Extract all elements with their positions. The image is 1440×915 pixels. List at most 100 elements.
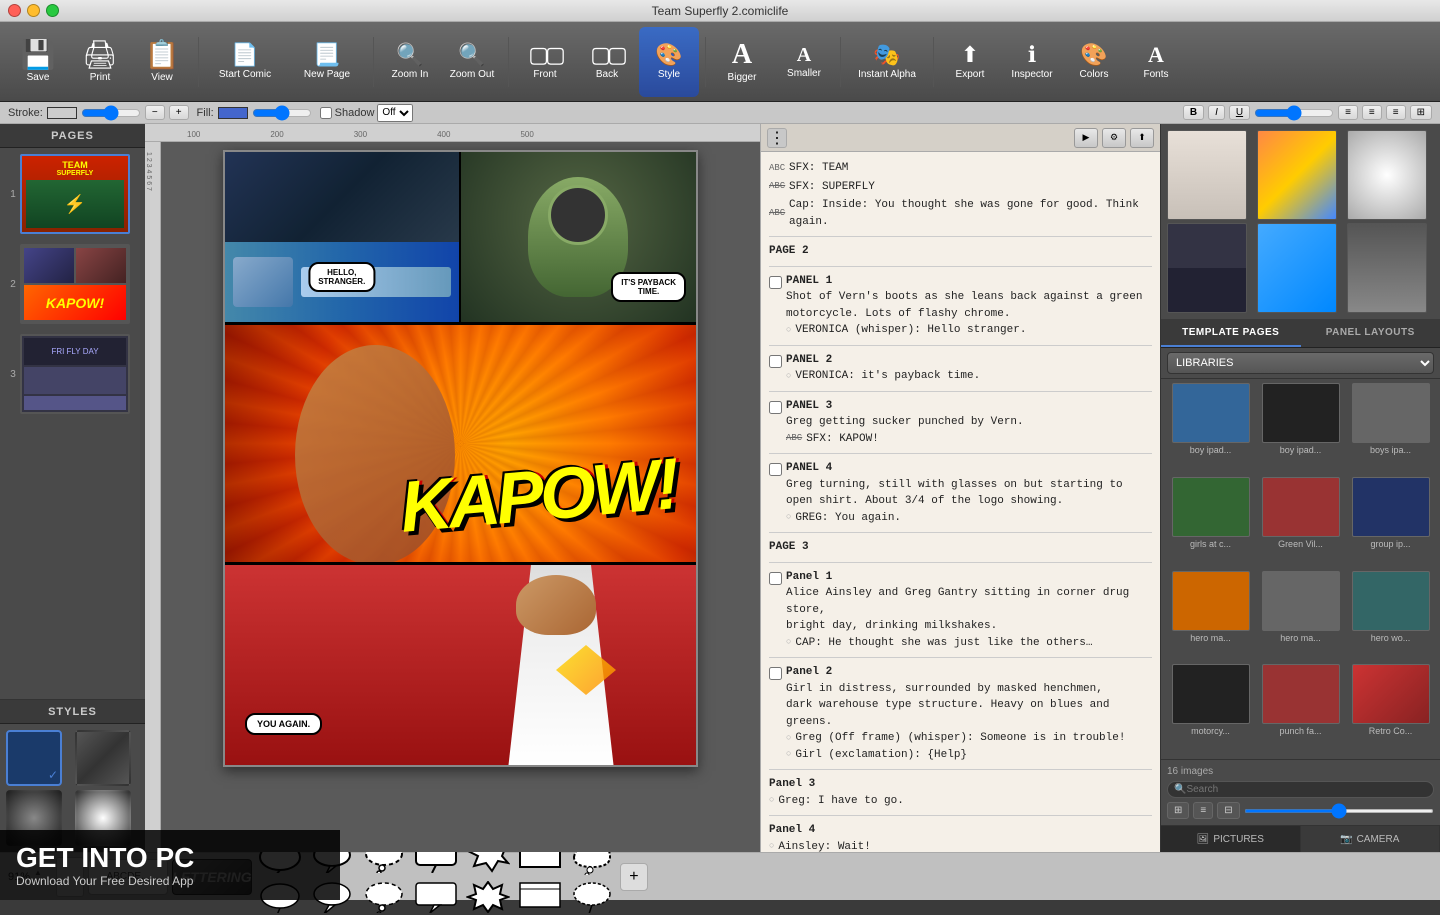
bold-btn[interactable]: B (1183, 105, 1204, 120)
align-right-btn[interactable]: ≡ (1386, 105, 1406, 120)
new-page-button[interactable]: 📃 New Page (287, 27, 367, 97)
pages-list[interactable]: 1 TEAM SUPERFLY ⚡ 2 (0, 148, 145, 699)
bubble-caption-2[interactable] (516, 879, 564, 915)
page-thumb-3[interactable]: FRI FLY DAY (20, 334, 130, 414)
stroke-plus[interactable]: + (169, 105, 189, 120)
stroke-slider[interactable] (81, 107, 141, 119)
smaller-icon: A (797, 45, 811, 65)
italic-btn[interactable]: I (1208, 105, 1225, 120)
library-item-4[interactable]: girls at c... (1167, 477, 1254, 568)
library-item-1[interactable]: boy ipad... (1167, 383, 1254, 474)
template-thumb-6[interactable] (1347, 223, 1427, 313)
bubble-rect-2[interactable] (412, 879, 460, 915)
page-item-3[interactable]: 3 FRI FLY DAY (4, 332, 141, 416)
front-button[interactable]: ▢▢ Front (515, 27, 575, 97)
stroke-swatch[interactable] (47, 107, 77, 119)
view-button[interactable]: 📋 View (132, 27, 192, 97)
search-input[interactable] (1186, 784, 1427, 795)
style-button[interactable]: 🎨 Style (639, 27, 699, 97)
panel-top-right: IT'S PAYBACKTIME. (461, 152, 697, 322)
bigger-button[interactable]: A Bigger (712, 27, 772, 97)
zoom-in-button[interactable]: 🔍 Zoom In (380, 27, 440, 97)
front-icon: ▢▢ (528, 44, 562, 66)
template-thumb-2[interactable] (1257, 130, 1337, 220)
shadow-checkbox[interactable] (320, 107, 332, 119)
template-thumb-3[interactable] (1347, 130, 1427, 220)
window-controls[interactable] (8, 4, 59, 17)
library-item-11[interactable]: punch fa... (1257, 664, 1344, 755)
shadow-select[interactable]: Off (377, 104, 413, 122)
separator-6 (933, 37, 934, 87)
size-slider[interactable] (1244, 809, 1434, 813)
list-view-btn[interactable]: ≡ (1193, 802, 1213, 819)
page-thumb-1[interactable]: TEAM SUPERFLY ⚡ (20, 154, 130, 234)
underline-btn[interactable]: U (1229, 105, 1250, 120)
template-thumb-4[interactable] (1167, 223, 1247, 313)
library-item-12[interactable]: Retro Co... (1347, 664, 1434, 755)
grid-btn[interactable]: ⊞ (1410, 105, 1432, 120)
bubble-wavy-2[interactable] (568, 879, 616, 915)
grid-view-btn[interactable]: ⊞ (1167, 802, 1189, 819)
library-item-8[interactable]: hero ma... (1257, 571, 1344, 662)
template-thumb-1[interactable] (1167, 130, 1247, 220)
script-expand-btn[interactable]: ⬆ (1130, 128, 1154, 148)
library-item-5[interactable]: Green Vil... (1257, 477, 1344, 568)
panel-3-checkbox[interactable] (769, 401, 782, 414)
zoom-out-button[interactable]: 🔍 Zoom Out (442, 27, 502, 97)
inspector-button[interactable]: ℹ Inspector (1002, 27, 1062, 97)
script-settings-btn[interactable]: ⚙ (1102, 128, 1126, 148)
maximize-button[interactable] (46, 4, 59, 17)
panel-1-checkbox[interactable] (769, 276, 782, 289)
instant-alpha-button[interactable]: 🎭 Instant Alpha (847, 27, 927, 97)
minimize-button[interactable] (27, 4, 40, 17)
close-button[interactable] (8, 4, 21, 17)
save-button[interactable]: 💾 Save (8, 27, 68, 97)
bubble-spiky-2[interactable] (464, 879, 512, 915)
stroke-minus[interactable]: − (145, 105, 165, 120)
panel-bottom: YOU AGAIN. (225, 565, 696, 765)
style-swatch-1[interactable]: ✓ (6, 730, 62, 786)
tab-template-pages[interactable]: TEMPLATE PAGES (1161, 319, 1301, 347)
export-icon: ⬆ (961, 44, 979, 66)
print-button[interactable]: 🖨 Print (70, 27, 130, 97)
script-content[interactable]: ABC SFX: TEAM ABC SFX: SUPERFLY ABC Cap:… (761, 152, 1160, 852)
style-swatch-2[interactable] (75, 730, 131, 786)
page-item-1[interactable]: 1 TEAM SUPERFLY ⚡ (4, 152, 141, 236)
template-thumb-5[interactable] (1257, 223, 1337, 313)
text-slider[interactable] (1254, 107, 1334, 119)
back-button[interactable]: ▢▢ Back (577, 27, 637, 97)
panel-4-checkbox[interactable] (769, 463, 782, 476)
page-item-2[interactable]: 2 KAPOW! (4, 242, 141, 326)
library-grid[interactable]: boy ipad... boy ipad... boys ipa... girl… (1161, 379, 1440, 759)
library-item-9[interactable]: hero wo... (1347, 571, 1434, 662)
detail-view-btn[interactable]: ⊟ (1217, 802, 1239, 819)
fill-opacity-slider[interactable] (252, 107, 312, 119)
start-comic-button[interactable]: 📄 Start Comic (205, 27, 285, 97)
library-item-7[interactable]: hero ma... (1167, 571, 1254, 662)
colors-button[interactable]: 🎨 Colors (1064, 27, 1124, 97)
p3-panel-2-checkbox[interactable] (769, 667, 782, 680)
page-thumb-2[interactable]: KAPOW! (20, 244, 130, 324)
align-center-btn[interactable]: ≡ (1362, 105, 1382, 120)
library-item-2[interactable]: boy ipad... (1257, 383, 1344, 474)
panel-2-checkbox[interactable] (769, 355, 782, 368)
library-item-6[interactable]: group ip... (1347, 477, 1434, 568)
script-arrow-btn[interactable]: ▶ (1074, 128, 1098, 148)
canvas-area[interactable]: 100 200 300 400 500 1 2 3 4 5 6 7 (145, 124, 760, 852)
libraries-select[interactable]: LIBRARIES (1167, 352, 1434, 374)
fonts-button[interactable]: A Fonts (1126, 27, 1186, 97)
tab-panel-layouts[interactable]: PANEL LAYOUTS (1301, 319, 1440, 347)
library-item-3[interactable]: boys ipa... (1347, 383, 1434, 474)
fill-swatch[interactable] (218, 107, 248, 119)
script-divider-6 (769, 532, 1152, 533)
export-button[interactable]: ⬆ Export (940, 27, 1000, 97)
window-title: Team Superfly 2.comiclife (652, 4, 789, 18)
align-left-btn[interactable]: ≡ (1338, 105, 1358, 120)
script-drag-handle[interactable]: ⋮ (767, 128, 787, 148)
p3-panel-1-checkbox[interactable] (769, 572, 782, 585)
add-bubble-btn[interactable]: + (620, 863, 648, 891)
canvas-content[interactable]: HELLO,STRANGER. IT'S PAYBACKTIME. (161, 142, 760, 852)
smaller-button[interactable]: A Smaller (774, 27, 834, 97)
library-item-10[interactable]: motorcy... (1167, 664, 1254, 755)
bubble-thought-2[interactable] (360, 879, 408, 915)
